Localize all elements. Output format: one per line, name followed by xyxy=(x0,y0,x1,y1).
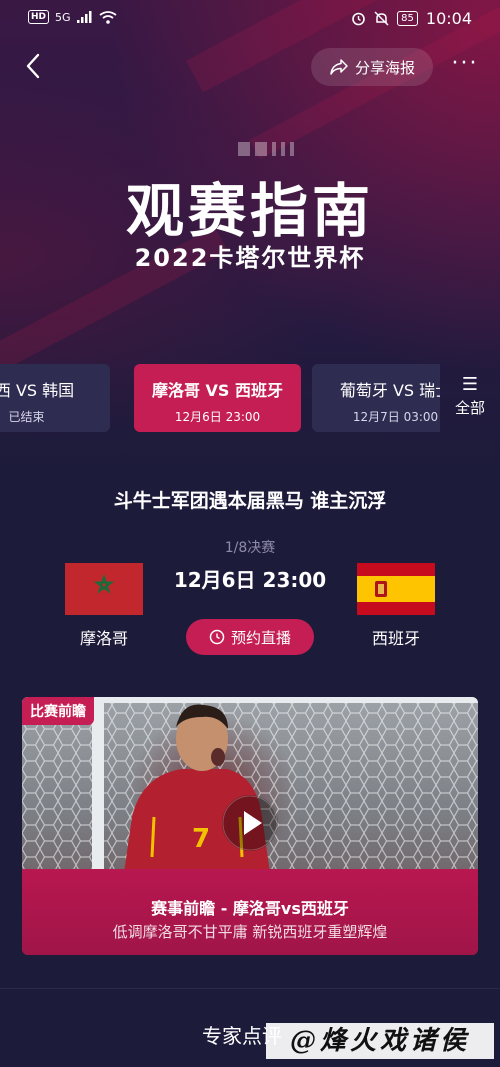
video-thumbnail: 7 xyxy=(22,697,478,887)
hd-badge: HD xyxy=(28,10,50,24)
clock: 10:04 xyxy=(425,9,472,28)
tab-teams: 巴西 VS 韩国 xyxy=(0,381,75,400)
tab-status: 已结束 xyxy=(8,410,45,424)
page-subtitle: 2022卡塔尔世界杯 xyxy=(134,244,366,272)
all-matches-button[interactable]: ☰ 全部 xyxy=(444,364,496,432)
preview-tag: 比赛前瞻 xyxy=(22,697,94,725)
jersey-number: 7 xyxy=(192,824,210,854)
card-title: 赛事前瞻 - 摩洛哥vs西班牙 xyxy=(151,899,349,918)
thumbnail-art: 7 xyxy=(22,697,478,887)
back-button[interactable] xyxy=(20,52,48,80)
chevron-left-icon xyxy=(26,53,40,79)
match-round: 1/8决赛 xyxy=(224,540,276,556)
match-preview-video-card[interactable]: 7 比赛前瞻 赛事前瞻 - 摩洛哥vs西班牙 低调摩洛哥不甘平庸 新锐西班牙重塑… xyxy=(22,697,478,955)
tournament-logo-mark xyxy=(238,142,328,162)
share-icon xyxy=(330,59,348,75)
match-tabs: 巴西 VS 韩国 已结束 摩洛哥 VS 西班牙 12月6日 23:00 葡萄牙 … xyxy=(0,364,440,434)
spain-flag-icon xyxy=(357,563,435,615)
status-bar: HD 5G 85 10:04 xyxy=(0,0,500,38)
match-headline: 斗牛士军团遇本届黑马 谁主沉浮 xyxy=(113,490,387,512)
mute-bell-icon xyxy=(374,11,389,26)
tab-teams: 葡萄牙 VS 瑞士 xyxy=(339,381,440,400)
tab-brazil-korea[interactable]: 巴西 VS 韩国 已结束 xyxy=(0,364,110,432)
home-team-name: 摩洛哥 xyxy=(79,629,128,648)
share-label: 分享海报 xyxy=(354,58,415,77)
more-button[interactable]: ··· xyxy=(448,52,482,80)
battery-level: 85 xyxy=(397,11,418,26)
watermark: @烽火戏诸侯 xyxy=(266,1023,494,1059)
tab-morocco-spain[interactable]: 摩洛哥 VS 西班牙 12月6日 23:00 xyxy=(134,364,301,432)
share-poster-button[interactable]: 分享海报 xyxy=(311,48,433,86)
menu-icon: ☰ xyxy=(461,374,479,395)
play-button[interactable] xyxy=(222,795,278,851)
tab-portugal-switzerland[interactable]: 葡萄牙 VS 瑞士 12月7日 03:00 xyxy=(312,364,440,432)
section-divider xyxy=(0,988,500,989)
reserve-live-button[interactable]: 预约直播 xyxy=(186,619,314,655)
alarm-icon xyxy=(352,12,365,26)
tab-teams: 摩洛哥 VS 西班牙 xyxy=(151,381,284,400)
tab-time: 12月7日 03:00 xyxy=(352,410,439,424)
network-label: 5G xyxy=(55,10,71,24)
play-icon xyxy=(222,795,278,851)
all-label: 全部 xyxy=(454,399,485,417)
tab-time: 12月6日 23:00 xyxy=(174,410,261,424)
card-description: 低调摩洛哥不甘平庸 新锐西班牙重塑辉煌 xyxy=(112,923,388,941)
clock-icon xyxy=(209,629,225,645)
signal-icon xyxy=(76,11,92,23)
morocco-flag-icon xyxy=(65,563,143,615)
wifi-icon xyxy=(99,10,117,24)
reserve-live-label: 预约直播 xyxy=(230,628,291,647)
page-title: 观赛指南 xyxy=(125,177,374,245)
away-team-name: 西班牙 xyxy=(371,629,420,648)
